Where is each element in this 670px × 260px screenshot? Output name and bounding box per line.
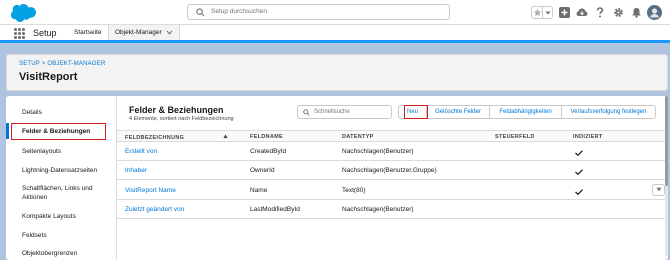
sidebar-item-details[interactable]: Details <box>6 108 116 117</box>
field-label-link[interactable]: Erstellt von <box>125 148 157 155</box>
breadcrumb[interactable]: SETUP > OBJEKT-MANAGER <box>19 61 105 67</box>
quick-search-input[interactable]: Schnellsuche <box>297 105 392 119</box>
tab-label: Startseite <box>74 29 102 36</box>
button-label: Feldabhängigkeiten <box>499 109 552 115</box>
gear-icon[interactable] <box>611 6 625 20</box>
sidebar-item-label: Lightning-Datensatzseiten <box>22 167 98 174</box>
app-name: Setup <box>33 28 57 38</box>
plus-icon[interactable] <box>557 6 571 20</box>
field-label-link[interactable]: VisitReport Name <box>125 187 176 194</box>
column-header-name[interactable]: FELDNAME <box>250 134 283 140</box>
table-header: FELDBEZEICHNUNG FELDNAME DATENTYP STEUER… <box>117 130 668 142</box>
app-navigation: Setup Startseite Objekt-Manager <box>0 25 670 43</box>
field-data-type: Nachschlagen(Benutzer) <box>342 148 414 155</box>
sidebar-item-objektobergrenzen[interactable]: Objektobergrenzen <box>6 249 116 258</box>
chevron-down-icon[interactable] <box>166 29 173 36</box>
tab-label: Objekt-Manager <box>115 29 162 36</box>
field-api-name: Name <box>250 187 268 194</box>
sidebar-item-label: Feldsets <box>22 232 47 239</box>
check-icon <box>575 189 583 196</box>
header-actions <box>531 4 662 21</box>
chevron-down-icon[interactable] <box>542 7 552 18</box>
global-header: Setup durchsuchen <box>0 0 670 25</box>
scrollbar[interactable] <box>665 96 668 256</box>
field-api-name: CreatedById <box>250 148 287 155</box>
column-header-type[interactable]: DATENTYP <box>342 134 374 140</box>
active-indicator <box>6 123 9 139</box>
column-header-controlling[interactable]: STEUERFELD <box>495 134 535 140</box>
app-launcher-icon[interactable] <box>14 28 25 39</box>
column-header-indexed[interactable]: INDIZIERT <box>573 134 603 140</box>
table-row: Zuletzt geändert von LastModifiedById Na… <box>117 200 668 219</box>
field-data-type: Nachschlagen(Benutzer,Gruppe) <box>342 167 437 174</box>
field-api-name: LastModifiedById <box>250 206 300 213</box>
check-icon <box>575 169 583 176</box>
action-button-group: Neu Gelöschte Felder Feldabhängigkeiten … <box>398 105 656 119</box>
page-title: VisitReport <box>19 71 78 83</box>
field-label-link[interactable]: Inhaber <box>125 167 147 174</box>
section-title: Felder & Beziehungen <box>129 105 224 115</box>
table-row: Erstellt von CreatedById Nachschlagen(Be… <box>117 142 668 161</box>
avatar[interactable] <box>647 5 662 20</box>
field-dependencies-button[interactable]: Feldabhängigkeiten <box>489 105 562 119</box>
section-subtitle: 4 Elemente, sortiert nach Feldbezeichnun… <box>129 116 234 122</box>
field-data-type: Text(80) <box>342 187 366 194</box>
star-icon[interactable] <box>532 7 542 18</box>
object-header: SETUP > OBJEKT-MANAGER VisitReport <box>6 54 668 91</box>
global-search-placeholder: Setup durchsuchen <box>211 8 268 15</box>
button-label: Gelöschte Felder <box>435 109 481 115</box>
sidebar-item-label: Kompakte Layouts <box>22 213 76 220</box>
table-row: Inhaber OwnerId Nachschlagen(Benutzer,Gr… <box>117 161 668 180</box>
sort-arrow-up-icon[interactable] <box>187 134 228 141</box>
sidebar-item-lightning-datensatzseiten[interactable]: Lightning-Datensatzseiten <box>6 166 116 175</box>
highlight-outline <box>11 123 106 140</box>
sidebar-item-label: Details <box>22 109 42 116</box>
main-panel: Felder & Beziehungen 4 Elemente, sortier… <box>117 96 668 260</box>
highlight-outline <box>404 105 428 119</box>
bell-icon[interactable] <box>629 6 643 20</box>
deleted-fields-button[interactable]: Gelöschte Felder <box>426 105 490 119</box>
help-icon[interactable] <box>593 6 607 20</box>
sidebar-item-schaltflaechen[interactable]: Schaltflächen, Links und Aktionen <box>6 184 106 202</box>
cloud-icon[interactable] <box>575 6 589 20</box>
sidebar-item-feldsets[interactable]: Feldsets <box>6 231 116 240</box>
tab-startseite[interactable]: Startseite <box>74 25 101 40</box>
field-data-type: Nachschlagen(Benutzer) <box>342 206 414 213</box>
button-label: Verlaufsverfolgung festlegen <box>570 109 647 115</box>
sidebar: Details Felder & Beziehungen Seitenlayou… <box>6 96 117 260</box>
sidebar-item-label: Objektobergrenzen <box>22 250 78 257</box>
field-label-link[interactable]: Zuletzt geändert von <box>125 206 184 213</box>
salesforce-logo-icon[interactable] <box>8 3 36 22</box>
set-history-tracking-button[interactable]: Verlaufsverfolgung festlegen <box>561 105 656 119</box>
chevron-down-icon <box>656 187 662 194</box>
global-search-input[interactable]: Setup durchsuchen <box>187 4 450 20</box>
quick-search-placeholder: Schnellsuche <box>314 109 350 115</box>
check-icon <box>575 150 583 157</box>
content-panel: Details Felder & Beziehungen Seitenlayou… <box>6 96 668 260</box>
row-actions-button[interactable] <box>652 184 665 196</box>
search-icon <box>303 109 310 116</box>
tab-objekt-manager[interactable]: Objekt-Manager <box>108 25 180 40</box>
sidebar-item-seitenlayouts[interactable]: Seitenlayouts <box>6 147 116 156</box>
field-api-name: OwnerId <box>250 167 275 174</box>
search-icon <box>196 8 205 17</box>
table-row: VisitReport Name Name Text(80) <box>117 180 668 200</box>
sidebar-item-label: Schaltflächen, Links und Aktionen <box>22 185 93 201</box>
column-header-label[interactable]: FELDBEZEICHNUNG <box>125 134 228 141</box>
sidebar-item-kompakte-layouts[interactable]: Kompakte Layouts <box>6 212 116 221</box>
favorites-group <box>531 6 553 19</box>
sidebar-item-label: Seitenlayouts <box>22 148 62 155</box>
